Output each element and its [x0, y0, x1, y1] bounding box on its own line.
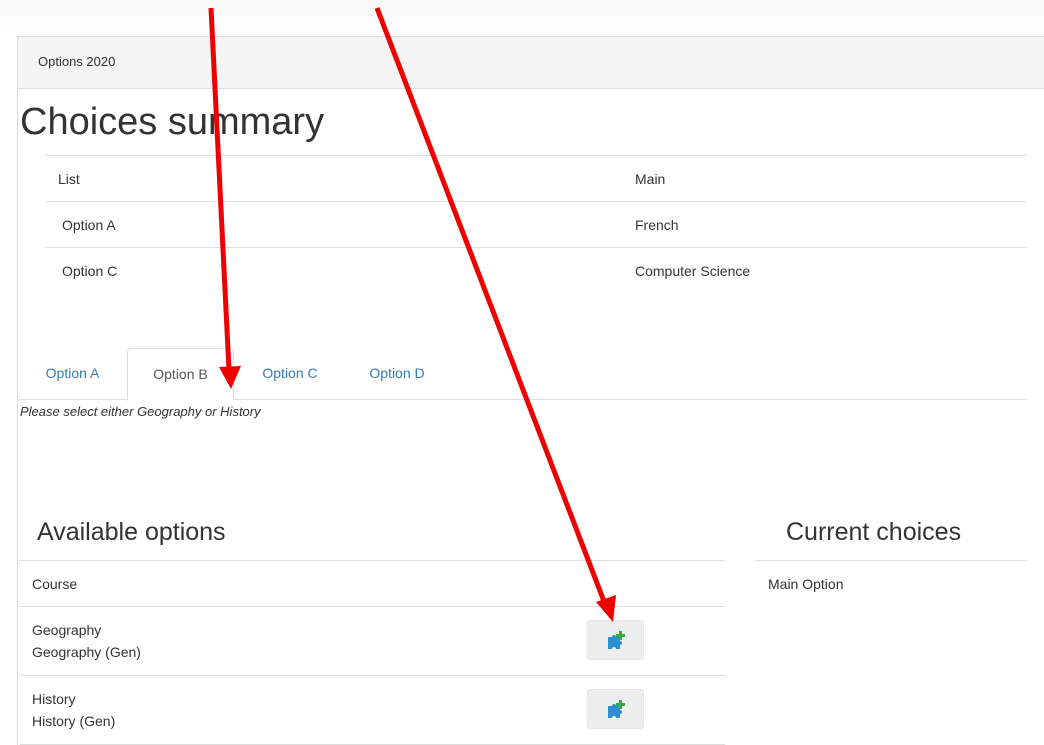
current-choices-table: Main Option	[755, 560, 1027, 607]
available-options-table: Course Geography Geography (Gen) History…	[20, 560, 725, 745]
add-history-button[interactable]	[587, 688, 644, 729]
course-variant: Geography (Gen)	[32, 644, 141, 660]
table-header-row: Course	[20, 560, 725, 607]
current-choices-title: Current choices	[786, 518, 962, 546]
action-cell	[575, 675, 725, 745]
puzzle-add-icon	[608, 630, 625, 649]
column-header-action	[575, 560, 725, 607]
tab-option-b[interactable]: Option B	[127, 348, 234, 401]
tab-option-d[interactable]: Option D	[346, 348, 448, 401]
course-cell: Geography Geography (Gen)	[20, 606, 575, 676]
table-header-row: List Main	[45, 155, 1027, 202]
page-title: Choices summary	[20, 101, 325, 143]
table-row: History History (Gen)	[20, 675, 725, 745]
tab-option-c[interactable]: Option C	[238, 348, 342, 401]
option-tabs: Option A Option B Option C Option D	[20, 348, 1027, 401]
puzzle-add-icon	[608, 699, 625, 718]
course-name: Geography	[32, 622, 102, 638]
column-header-course: Course	[20, 560, 575, 607]
column-header-main: Main	[630, 155, 1027, 202]
course-cell: History History (Gen)	[20, 675, 575, 745]
course-variant: History (Gen)	[32, 713, 116, 729]
tab-option-a[interactable]: Option A	[20, 348, 125, 401]
column-header-list: List	[45, 155, 630, 202]
panel-heading: Options 2020	[18, 37, 1044, 89]
choices-summary-table: List Main Option A French Option C Compu…	[45, 155, 1027, 294]
summary-main-cell: Computer Science	[630, 247, 1027, 294]
add-geography-button[interactable]	[587, 619, 644, 660]
course-name: History	[32, 691, 76, 707]
table-header-row: Main Option	[755, 560, 1027, 607]
table-row: Option A French	[45, 201, 1027, 248]
summary-list-cell: Option C	[45, 247, 630, 294]
summary-main-cell: French	[630, 201, 1027, 248]
column-header-main-option: Main Option	[755, 560, 1027, 607]
table-row: Geography Geography (Gen)	[20, 606, 725, 676]
selection-hint: Please select either Geography or Histor…	[20, 404, 261, 419]
summary-list-cell: Option A	[45, 201, 630, 248]
available-options-title: Available options	[37, 518, 226, 546]
table-row: Option C Computer Science	[45, 247, 1027, 294]
action-cell	[575, 606, 725, 676]
